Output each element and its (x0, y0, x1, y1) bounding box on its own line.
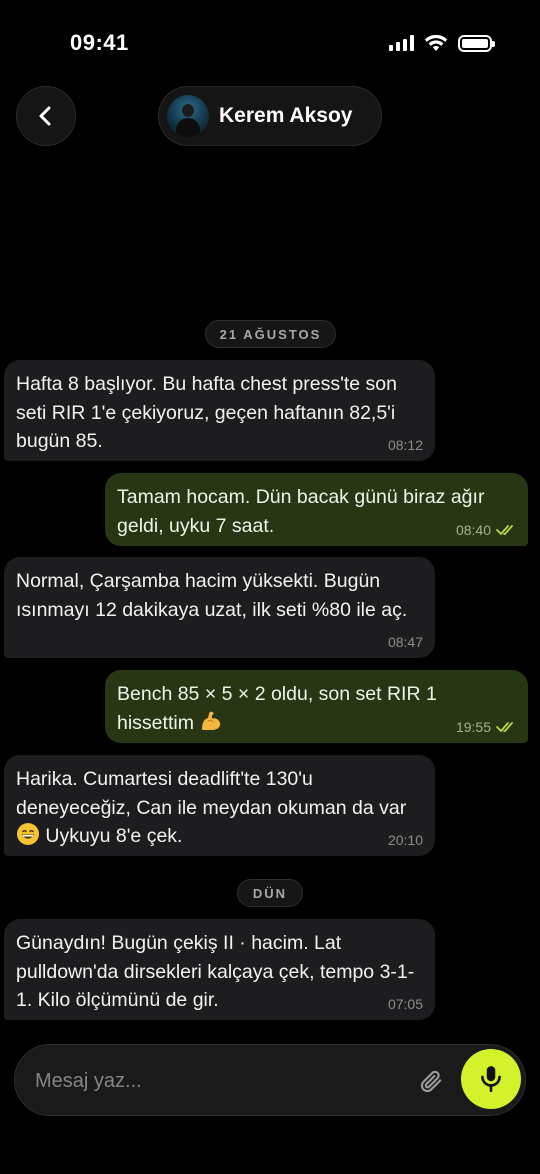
message-incoming[interactable]: Hafta 8 başlıyor. Bu hafta chest press't… (4, 360, 435, 461)
message-meta: 19:55 (456, 720, 516, 734)
message-text-part: Bench 85 × 5 × 2 oldu, son set RIR 1 his… (117, 683, 437, 734)
message-time: 07:05 (387, 996, 423, 1012)
message-meta: 07:05 (388, 997, 423, 1011)
message-meta: 08:12 (388, 438, 423, 452)
paperclip-icon (420, 1070, 442, 1093)
status-bar: 09:41 (0, 0, 540, 88)
message-meta: 08:47 (388, 635, 423, 649)
message-incoming[interactable]: Harika. Cumartesi deadlift'te 130'u dene… (4, 755, 435, 856)
chevron-left-icon (39, 106, 51, 126)
composer-bar (14, 1044, 526, 1116)
message-meta: 20:10 (388, 833, 423, 847)
message-outgoing[interactable]: Bench 85 × 5 × 2 oldu, son set RIR 1 his… (105, 670, 528, 743)
back-button[interactable] (16, 86, 76, 146)
date-divider: 21 AĞUSTOS (205, 320, 336, 348)
message-time: 19:55 (455, 719, 491, 735)
microphone-icon (481, 1066, 501, 1093)
contact-name: Kerem Aksoy (219, 104, 353, 127)
message-text-part: Harika. Cumartesi deadlift'te 130'u dene… (16, 768, 407, 819)
message-text: Günaydın! Bugün çekiş II · hacim. Lat pu… (16, 932, 415, 1011)
message-input[interactable] (35, 1063, 405, 1099)
message-time: 20:10 (387, 832, 423, 848)
message-time: 08:12 (387, 437, 423, 453)
message-incoming[interactable]: Normal, Çarşamba hacim yüksekti. Bugün ı… (4, 557, 435, 658)
date-divider: DÜN (237, 879, 303, 907)
message-time: 08:40 (455, 522, 491, 538)
double-check-icon (496, 722, 513, 732)
avatar (167, 95, 209, 137)
status-time: 09:41 (70, 30, 129, 55)
message-text: Normal, Çarşamba hacim yüksekti. Bugün ı… (16, 570, 408, 621)
message-meta: 08:40 (456, 523, 516, 537)
message-time: 08:47 (387, 634, 423, 650)
cellular-signal-icon (389, 35, 414, 51)
message-outgoing[interactable]: Tamam hocam. Dün bacak günü biraz ağır g… (105, 473, 528, 546)
message-incoming[interactable]: Günaydın! Bugün çekiş II · hacim. Lat pu… (4, 919, 435, 1020)
double-check-icon (496, 525, 513, 535)
battery-icon (458, 34, 495, 52)
status-icons (389, 34, 495, 52)
flexed-biceps-icon (202, 711, 221, 730)
message-text-part: Uykuyu 8'e çek. (45, 825, 183, 847)
message-text: Harika. Cumartesi deadlift'te 130'u dene… (16, 765, 423, 851)
microphone-button[interactable] (461, 1049, 521, 1109)
message-text: Hafta 8 başlıyor. Bu hafta chest press't… (16, 373, 397, 452)
attach-button[interactable] (415, 1065, 447, 1097)
contact-header[interactable]: Kerem Aksoy (158, 86, 382, 146)
battery-fill (462, 38, 488, 48)
wifi-icon (424, 34, 448, 51)
grinning-face-icon (17, 823, 39, 845)
